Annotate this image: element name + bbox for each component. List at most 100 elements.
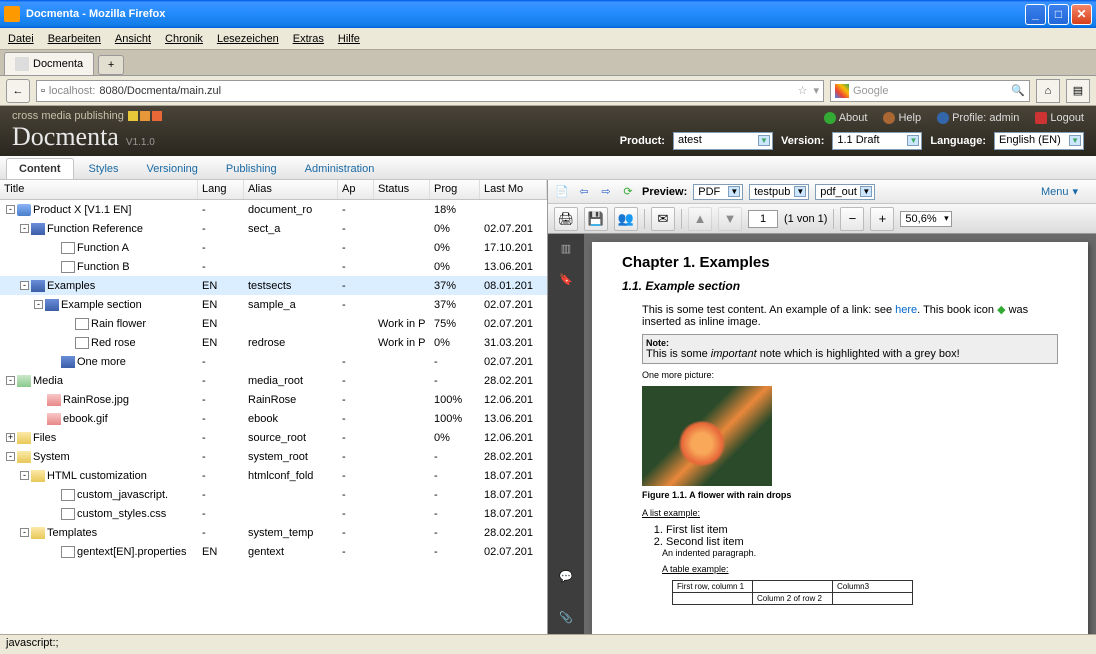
menu-bookmarks[interactable]: Lesezeichen: [217, 33, 279, 45]
tree-row[interactable]: Rain flowerENWork in P75%02.07.201: [0, 314, 547, 333]
page-down-button[interactable]: ▼: [718, 207, 742, 231]
menu-help[interactable]: Hilfe: [338, 33, 360, 45]
node-label: ebook.gif: [63, 413, 108, 425]
preview-out-select[interactable]: pdf_out: [815, 184, 875, 200]
expand-toggle[interactable]: +: [6, 433, 15, 442]
nav-prev-icon[interactable]: ⇦: [576, 184, 592, 200]
search-icon[interactable]: 🔍: [1011, 84, 1025, 97]
minimize-button[interactable]: _: [1025, 4, 1046, 25]
zoom-in-button[interactable]: +: [870, 207, 894, 231]
img-icon: [47, 413, 61, 425]
menu-file[interactable]: Datei: [8, 33, 34, 45]
expand-toggle[interactable]: -: [6, 452, 15, 461]
zoom-select[interactable]: 50,6%: [900, 211, 951, 227]
col-prog[interactable]: Prog: [430, 180, 480, 199]
google-icon: [835, 84, 849, 98]
new-tab-button[interactable]: +: [98, 55, 124, 75]
tab-styles[interactable]: Styles: [76, 158, 132, 179]
tree-row[interactable]: custom_javascript.---18.07.201: [0, 485, 547, 504]
expand-toggle[interactable]: -: [34, 300, 43, 309]
expand-toggle[interactable]: -: [20, 281, 29, 290]
help-link[interactable]: Help: [883, 112, 921, 124]
product-select[interactable]: atest: [673, 132, 773, 150]
node-label: custom_javascript.: [77, 489, 168, 501]
language-select[interactable]: English (EN): [994, 132, 1084, 150]
menu-edit[interactable]: Bearbeiten: [48, 33, 101, 45]
col-ap[interactable]: Ap: [338, 180, 374, 199]
logout-link[interactable]: Logout: [1035, 112, 1084, 124]
tab-administration[interactable]: Administration: [292, 158, 388, 179]
tree-row[interactable]: -Media-media_root--28.02.201: [0, 371, 547, 390]
tree-row[interactable]: Red roseENredroseWork in P0%31.03.201: [0, 333, 547, 352]
thumb-icon[interactable]: ▥: [561, 242, 571, 255]
preview-pub-select[interactable]: testpub: [749, 184, 809, 200]
browser-tab[interactable]: Docmenta: [4, 52, 94, 75]
tree-row[interactable]: -HTML customization-htmlconf_fold--18.07…: [0, 466, 547, 485]
print-button[interactable]: 🖨: [554, 207, 578, 231]
col-last[interactable]: Last Mo: [480, 180, 547, 199]
page-up-button[interactable]: ▲: [688, 207, 712, 231]
tree-row[interactable]: -Example sectionENsample_a-37%02.07.201: [0, 295, 547, 314]
maximize-button[interactable]: □: [1048, 4, 1069, 25]
expand-toggle[interactable]: -: [20, 471, 29, 480]
language-label: Language:: [930, 135, 986, 147]
search-input[interactable]: Google 🔍: [830, 80, 1030, 102]
tree-row[interactable]: custom_styles.css---18.07.201: [0, 504, 547, 523]
refresh-icon[interactable]: ⟳: [620, 184, 636, 200]
preview-format-select[interactable]: PDF: [693, 184, 743, 200]
col-alias[interactable]: Alias: [244, 180, 338, 199]
menu-extras[interactable]: Extras: [293, 33, 324, 45]
tree-row[interactable]: ebook.gif-ebook-100%13.06.201: [0, 409, 547, 428]
back-button[interactable]: ←: [6, 79, 30, 103]
tab-versioning[interactable]: Versioning: [134, 158, 211, 179]
page-of: (1 von 1): [784, 213, 827, 225]
home-button[interactable]: ⌂: [1036, 79, 1060, 103]
tree-row[interactable]: RainRose.jpg-RainRose-100%12.06.201: [0, 390, 547, 409]
collab-button[interactable]: 👥: [614, 207, 638, 231]
doc-link[interactable]: here: [895, 304, 917, 316]
node-label: Media: [33, 375, 63, 387]
attach-icon[interactable]: 📎: [559, 611, 573, 624]
col-status[interactable]: Status: [374, 180, 430, 199]
pdf-document[interactable]: Chapter 1. Examples 1.1. Example section…: [584, 234, 1096, 634]
menu-history[interactable]: Chronik: [165, 33, 203, 45]
tree-row[interactable]: +Files-source_root-0%12.06.201: [0, 428, 547, 447]
expand-toggle[interactable]: -: [6, 376, 15, 385]
tree-row[interactable]: One more---02.07.201: [0, 352, 547, 371]
tab-publishing[interactable]: Publishing: [213, 158, 290, 179]
menu-view[interactable]: Ansicht: [115, 33, 151, 45]
expand-toggle[interactable]: -: [20, 528, 29, 537]
logout-icon: [1035, 112, 1047, 124]
tree-row[interactable]: -Templates-system_temp--28.02.201: [0, 523, 547, 542]
tree-row[interactable]: -Function Reference-sect_a-0%02.07.201: [0, 219, 547, 238]
tree-header: Title Lang Alias Ap Status Prog Last Mo: [0, 180, 547, 200]
tree-row[interactable]: Function A--0%17.10.201: [0, 238, 547, 257]
save-button[interactable]: 💾: [584, 207, 608, 231]
zoom-out-button[interactable]: −: [840, 207, 864, 231]
tree-row[interactable]: -System-system_root--28.02.201: [0, 447, 547, 466]
bookmark-icon[interactable]: 🔖: [559, 273, 573, 286]
comment-icon[interactable]: 💬: [559, 570, 573, 583]
star-icon[interactable]: ☆: [798, 84, 808, 97]
col-lang[interactable]: Lang: [198, 180, 244, 199]
profile-link[interactable]: Profile: admin: [937, 112, 1019, 124]
tab-content[interactable]: Content: [6, 158, 74, 179]
expand-toggle[interactable]: -: [20, 224, 29, 233]
tree-row[interactable]: -ExamplesENtestsects-37%08.01.201: [0, 276, 547, 295]
url-input[interactable]: ▫ localhost:8080/Docmenta/main.zul ☆ ▾: [36, 80, 824, 102]
pdf-page: Chapter 1. Examples 1.1. Example section…: [592, 242, 1088, 634]
preview-menu[interactable]: Menu: [1037, 183, 1090, 200]
bookmark-sidebar-button[interactable]: ▤: [1066, 79, 1090, 103]
version-select[interactable]: 1.1 Draft: [832, 132, 922, 150]
about-link[interactable]: About: [824, 112, 868, 124]
expand-toggle[interactable]: -: [6, 205, 15, 214]
dropdown-icon[interactable]: ▾: [813, 84, 819, 97]
nav-next-icon[interactable]: ⇨: [598, 184, 614, 200]
tree-row[interactable]: gentext[EN].propertiesENgentext--02.07.2…: [0, 542, 547, 561]
mail-button[interactable]: ✉: [651, 207, 675, 231]
close-button[interactable]: ✕: [1071, 4, 1092, 25]
tree-row[interactable]: Function B--0%13.06.201: [0, 257, 547, 276]
page-input[interactable]: [748, 210, 778, 228]
tree-row[interactable]: -Product X [V1.1 EN]-document_ro-18%: [0, 200, 547, 219]
col-title[interactable]: Title: [0, 180, 198, 199]
